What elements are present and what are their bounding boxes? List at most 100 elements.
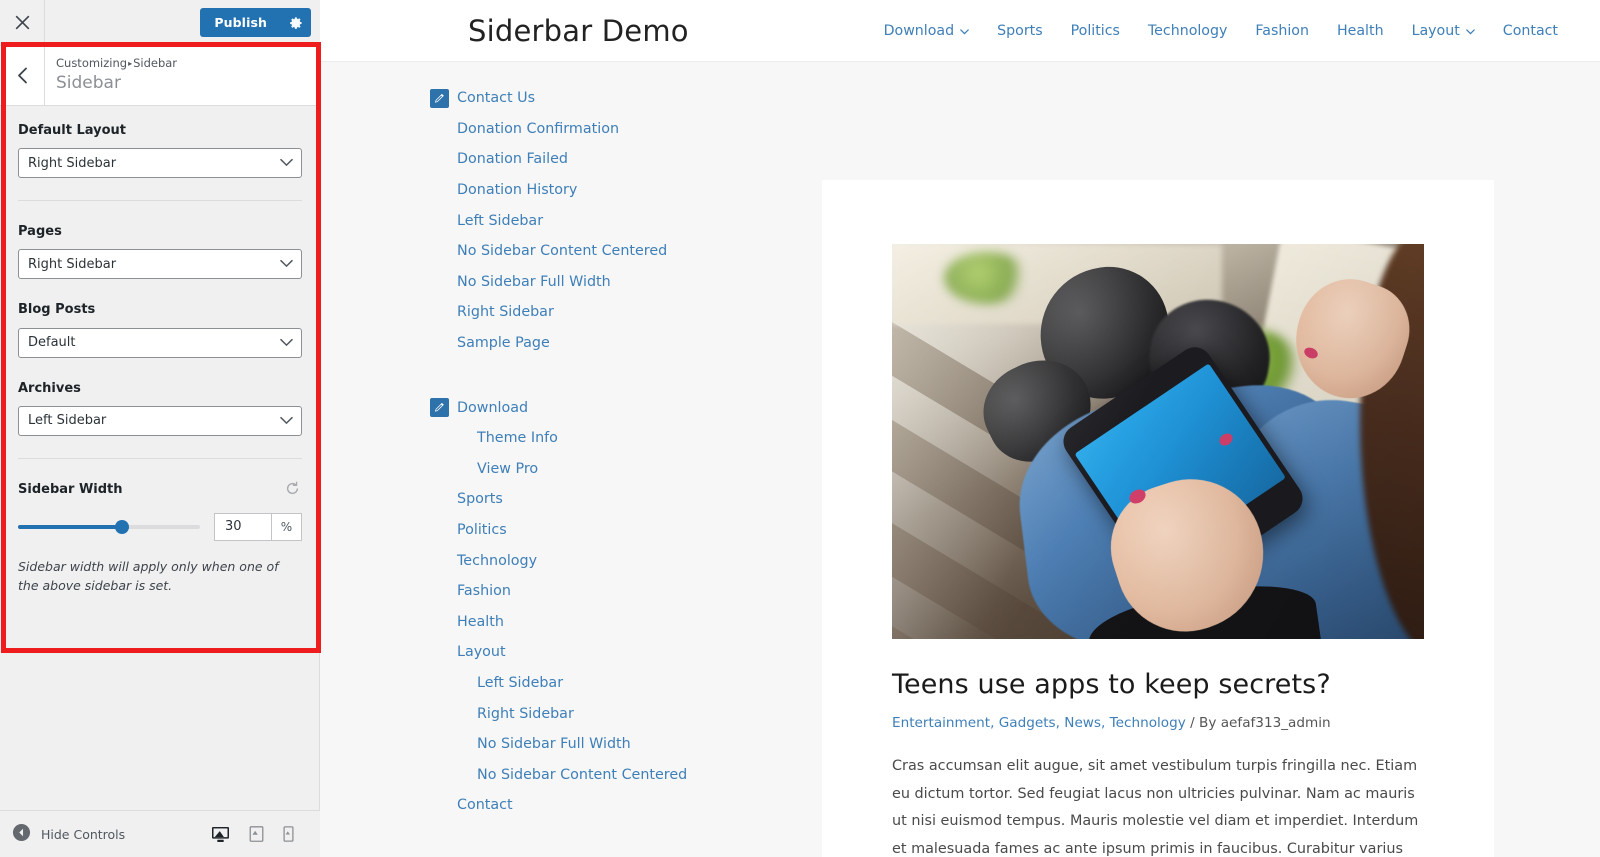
post-categories[interactable]: Entertainment, Gadgets, News, Technology [892,715,1186,731]
control-label-default-layout: Default Layout [18,123,127,138]
pages-select[interactable]: Right Sidebar [18,249,302,280]
chevron-left-icon[interactable] [0,46,45,105]
list-item: Right Sidebar [430,698,810,729]
post-featured-image [892,244,1424,639]
post-title[interactable]: Teens use apps to keep secrets? [892,668,1424,702]
nav-item-label: Fashion [1255,22,1309,39]
menu-link-health[interactable]: Health [457,614,504,630]
list-item: No Sidebar Content Centered [430,236,810,267]
slider-thumb[interactable] [114,519,129,534]
menu-link-no-sidebar-full-width[interactable]: No Sidebar Full Width [477,736,631,752]
nav-item-label: Technology [1147,22,1228,39]
close-x-icon[interactable] [0,0,45,45]
nav-item-fashion[interactable]: Fashion [1241,23,1323,39]
post-card: Teens use apps to keep secrets? Entertai… [822,180,1494,857]
sidebar-width-header: Sidebar Width [18,481,302,500]
control-label-blog-posts: Blog Posts [18,302,96,318]
site-header: Siderbar Demo Download Sports Politics Tech… [320,0,1600,62]
breadcrumb-prefix: Customizing [56,56,128,70]
site-title[interactable]: Siderbar Demo [468,14,689,48]
menu-link-contact[interactable]: Contact [457,797,513,813]
archives-select[interactable]: Left Sidebar [18,405,302,436]
sidebar-width-number-group: 30 % [214,512,302,541]
menu-link-layout[interactable]: Layout [457,644,506,660]
customizer-topbar: Publish [0,0,320,46]
menu-link-fashion[interactable]: Fashion [457,583,511,599]
list-item: Left Sidebar [430,205,810,236]
menu-link-donation-failed[interactable]: Donation Failed [457,151,568,167]
breadcrumb: Customizing▸Sidebar [56,55,177,72]
nav-item-health[interactable]: Health [1323,23,1398,39]
menu-link-sports[interactable]: Sports [457,491,503,507]
menu-link-left-sidebar[interactable]: Left Sidebar [457,213,543,229]
menu-link-no-sidebar-content-centered[interactable]: No Sidebar Content Centered [477,767,687,783]
photo-light-overlay [892,244,1424,639]
publish-button-group: Publish [200,8,311,37]
menu-link-view-pro[interactable]: View Pro [477,461,538,477]
nav-item-contact[interactable]: Contact [1489,23,1572,39]
customizer-footer: Hide Controls [0,810,320,857]
customizer-section-header: Customizing▸Sidebar Sidebar [0,46,320,106]
menu-link-sample-page[interactable]: Sample Page [457,335,550,351]
archives-value: Left Sidebar [28,413,107,429]
nav-item-download[interactable]: Download [870,23,984,39]
desktop-preview-icon[interactable] [211,826,230,843]
gear-icon[interactable] [281,8,311,37]
control-divider-2 [18,457,302,459]
control-pages: Pages Right Sidebar [18,223,302,280]
control-sidebar-width: Sidebar Width 30 % Sidebar width will ap… [18,481,302,596]
menu-link-download[interactable]: Download [457,400,528,416]
sidebar-width-input[interactable]: 30 [215,514,271,540]
list-item: Left Sidebar [430,668,810,699]
nav-item-layout[interactable]: Layout [1398,23,1489,39]
nav-item-label: Sports [997,22,1043,39]
reset-circle-arrow-icon[interactable] [285,481,302,500]
menu-link-right-sidebar[interactable]: Right Sidebar [477,706,574,722]
tablet-preview-icon[interactable] [249,825,264,843]
list-item: Donation Failed [430,144,810,175]
slider-fill [18,524,122,529]
customizer-panel: Publish Customizing▸Sidebar Sidebar Defa… [0,0,321,857]
sidebar-menu: Contact Us Donation Confirmation Donation … [320,62,810,821]
menu-link-technology[interactable]: Technology [457,553,537,569]
blog-posts-value: Default [28,335,76,351]
menu-link-politics[interactable]: Politics [457,522,507,538]
chevron-down-icon [960,23,969,39]
menu-link-contact-us[interactable]: Contact Us [457,90,535,106]
menu-link-no-sidebar-full-width[interactable]: No Sidebar Full Width [457,274,611,290]
pages-value: Right Sidebar [28,256,117,272]
edit-pencil-icon[interactable] [430,398,449,418]
list-item: No Sidebar Full Width [430,267,810,298]
control-label-pages: Pages [18,224,62,240]
preview-body: Contact Us Donation Confirmation Donation … [320,62,1600,857]
list-item: Donation Confirmation [430,114,810,145]
nav-item-sports[interactable]: Sports [983,23,1056,39]
default-layout-value: Right Sidebar [28,155,117,171]
publish-button[interactable]: Publish [200,8,281,37]
control-label-sidebar-width: Sidebar Width [18,482,123,498]
default-layout-select[interactable]: Right Sidebar [18,148,302,179]
list-item: View Pro [430,454,810,485]
page-title: Sidebar [56,73,121,94]
hide-controls-button[interactable]: Hide Controls [12,823,125,846]
nav-item-politics[interactable]: Politics [1057,23,1134,39]
mobile-preview-icon[interactable] [283,825,294,843]
control-default-layout: Default Layout Right Sidebar [18,122,302,179]
nav-item-technology[interactable]: Technology [1134,23,1241,39]
list-item: Contact [430,790,810,821]
edit-pencil-icon[interactable] [430,88,449,108]
list-item: No Sidebar Full Width [430,729,810,760]
menu-link-donation-history[interactable]: Donation History [457,182,577,198]
menu-link-theme-info[interactable]: Theme Info [477,430,558,446]
chevron-down-icon [280,335,293,350]
list-item: No Sidebar Content Centered [430,759,810,790]
nav-item-label: Contact [1502,22,1558,39]
menu-link-no-sidebar-content-centered[interactable]: No Sidebar Content Centered [457,243,667,259]
menu-group-gap [430,358,810,392]
sidebar-width-slider[interactable] [18,519,200,534]
list-item: Politics [430,515,810,546]
menu-link-donation-confirmation[interactable]: Donation Confirmation [457,121,619,137]
blog-posts-select[interactable]: Default [18,327,302,358]
menu-link-right-sidebar[interactable]: Right Sidebar [457,304,554,320]
menu-link-left-sidebar[interactable]: Left Sidebar [477,675,563,691]
